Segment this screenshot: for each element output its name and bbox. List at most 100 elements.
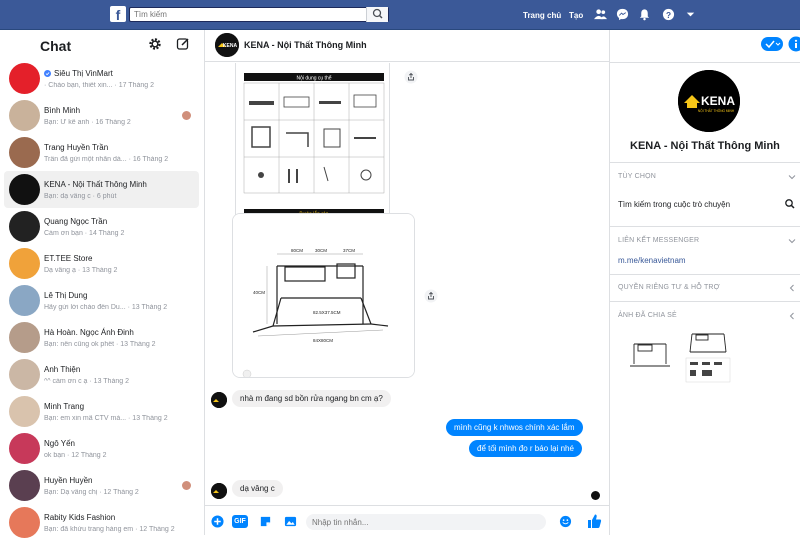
rack-label-2: 30CM xyxy=(315,248,327,253)
avatar xyxy=(9,248,40,279)
conversation-item[interactable]: Hà Hoàn. Ngọc Ánh Đinh Bạn: nên cũng ok … xyxy=(4,319,199,356)
avatar xyxy=(9,63,40,94)
shared-photos-section-header[interactable]: ẢNH ĐÃ CHIA SẺ xyxy=(618,312,677,319)
rack-label-1: 80CM xyxy=(291,248,303,253)
share-icon[interactable] xyxy=(404,70,418,84)
divider xyxy=(610,274,800,275)
photo-icon[interactable] xyxy=(284,515,297,528)
conversation-snippet: · Chào bạn, thiết xin... · 17 Tháng 2 xyxy=(44,82,194,89)
conversation-item[interactable]: Rabity Kids Fashion Bạn: đã khứu trang h… xyxy=(4,504,199,541)
svg-text:?: ? xyxy=(666,10,671,20)
conversation-item[interactable]: Bình Minh Bạn: Ừ kê anh · 16 Tháng 2 xyxy=(4,97,199,134)
notifications-bell-icon[interactable] xyxy=(638,8,651,21)
conversation-title[interactable]: KENA - Nội Thất Thông Minh xyxy=(244,40,367,50)
sender-avatar[interactable] xyxy=(211,483,227,499)
chevron-left-icon[interactable] xyxy=(788,312,796,320)
conversation-list-panel: Chat Siêu Thị VinMart · Chào bạn, thiết … xyxy=(0,30,205,535)
options-section-header[interactable]: TÙY CHỌN xyxy=(618,173,656,180)
conversation-snippet: Bạn: đã khứu trang hàng em · 12 Tháng 2 xyxy=(44,526,194,533)
divider xyxy=(610,162,800,163)
brand-name: KENA - Nội Thất Thông Minh xyxy=(630,140,780,152)
avatar xyxy=(9,396,40,427)
gif-button[interactable]: GIF xyxy=(232,515,248,528)
instructions-header-text: Nội dung cụ thể xyxy=(296,75,331,82)
account-menu-chevron-icon[interactable] xyxy=(684,8,697,21)
new-message-icon[interactable] xyxy=(176,37,190,51)
conversation-item[interactable]: Ngô Yến ok bạn · 12 Tháng 2 xyxy=(4,430,199,467)
message-input[interactable] xyxy=(306,514,546,530)
conversation-snippet: Hãy gửi lời chào đến Du... · 13 Tháng 2 xyxy=(44,304,194,311)
seen-indicator-avatar xyxy=(182,481,191,490)
verified-badge-icon xyxy=(44,70,51,77)
shared-image-rack-dimensions[interactable]: 80CM 30CM 37CM 82.5X37.5CM 84X80CM 40CM xyxy=(232,213,415,378)
conversation-item[interactable]: Anh Thiện ^^ cảm ơn c ạ · 13 Tháng 2 xyxy=(4,356,199,393)
conversation-item[interactable]: Siêu Thị VinMart · Chào bạn, thiết xin..… xyxy=(4,60,199,97)
search-box xyxy=(129,7,389,22)
avatar xyxy=(9,211,40,242)
conversation-header: KENA KENA - Nội Thất Thông Minh xyxy=(205,30,610,62)
conversation-name: Rabity Kids Fashion xyxy=(44,513,115,522)
settings-gear-icon[interactable] xyxy=(148,37,162,51)
share-icon-2[interactable] xyxy=(424,289,438,303)
create-link[interactable]: Tạo xyxy=(569,11,583,20)
conversation-item[interactable]: Minh Trang Bạn: em xin mã CTV mà... · 13… xyxy=(4,393,199,430)
divider xyxy=(610,301,800,302)
incoming-message[interactable]: dạ vâng c xyxy=(232,480,283,497)
messenger-link-section-header[interactable]: LIÊN KẾT MESSENGER xyxy=(618,237,699,244)
avatar xyxy=(9,174,40,205)
avatar xyxy=(9,285,40,316)
rack-label-4: 82.5X37.5CM xyxy=(313,310,341,315)
conversation-snippet: ^^ cảm ơn c ạ · 13 Tháng 2 xyxy=(44,378,194,385)
rack-label-3: 37CM xyxy=(343,248,355,253)
emoji-icon[interactable] xyxy=(559,515,572,528)
conversation-list: Siêu Thị VinMart · Chào bạn, thiết xin..… xyxy=(0,60,204,541)
sticker-icon[interactable] xyxy=(259,515,272,528)
facebook-logo-icon[interactable]: f xyxy=(110,6,126,22)
conversation-name: Minh Trang xyxy=(44,402,84,411)
messenger-icon[interactable] xyxy=(616,8,629,21)
instructions-image: Nội dung cụ thể Bước lắp ráp xyxy=(236,63,390,231)
chevron-down-icon[interactable] xyxy=(788,173,796,181)
sender-avatar[interactable] xyxy=(211,392,227,408)
conversation-snippet: ok bạn · 12 Tháng 2 xyxy=(44,452,194,459)
privacy-support-section-header[interactable]: QUYỀN RIÊNG TƯ & HỖ TRỢ xyxy=(618,284,720,291)
outgoing-message[interactable]: mình cũng k nhwos chính xác lắm xyxy=(446,419,583,436)
conversation-name: ET.TEE Store xyxy=(44,254,92,263)
friend-requests-icon[interactable] xyxy=(594,8,607,21)
brand-logo-text: KENA xyxy=(701,94,735,108)
conversation-item[interactable]: Lê Thị Dung Hãy gửi lời chào đến Du... ·… xyxy=(4,282,199,319)
conversation-item[interactable]: ET.TEE Store Dạ vâng ạ · 13 Tháng 2 xyxy=(4,245,199,282)
conversation-avatar[interactable]: KENA xyxy=(215,33,239,57)
conversation-item[interactable]: Quang Ngọc Trần Cảm ơn bạn · 14 Tháng 2 xyxy=(4,208,199,245)
shared-photo-thumbnail[interactable] xyxy=(682,326,734,384)
home-link[interactable]: Trang chủ xyxy=(523,11,561,20)
chevron-down-icon[interactable] xyxy=(788,237,796,245)
search-in-conversation[interactable]: Tìm kiếm trong cuộc trò chuyện xyxy=(618,200,730,209)
conversation-name: Huyền Huyền xyxy=(44,476,92,485)
messenger-link[interactable]: m.me/kenavietnam xyxy=(618,256,686,265)
conversation-item[interactable]: KENA - Nội Thất Thông Minh Bạn: dạ vâng … xyxy=(4,171,199,208)
avatar xyxy=(9,137,40,168)
conversation-snippet: Bạn: em xin mã CTV mà... · 13 Tháng 2 xyxy=(44,415,194,422)
search-icon[interactable] xyxy=(784,198,796,210)
avatar xyxy=(9,100,40,131)
conversation-snippet: Bạn: Dạ vâng chị · 12 Tháng 2 xyxy=(44,489,194,496)
chevron-left-icon[interactable] xyxy=(788,284,796,292)
help-icon[interactable]: ? xyxy=(662,8,675,21)
conversation-name: Bình Minh xyxy=(44,106,80,115)
conversation-snippet: Cảm ơn bạn · 14 Tháng 2 xyxy=(44,230,194,237)
conversation-item[interactable]: Trang Huyền Trần Trần đã gửi một nhãn dá… xyxy=(4,134,199,171)
shared-photo-thumbnail[interactable] xyxy=(624,330,676,382)
conversation-snippet: Dạ vâng ạ · 13 Tháng 2 xyxy=(44,267,194,274)
search-button[interactable] xyxy=(366,7,388,22)
avatar xyxy=(9,433,40,464)
message-composer: GIF xyxy=(205,505,610,535)
conversation-item[interactable]: Huyền Huyền Bạn: Dạ vâng chị · 12 Tháng … xyxy=(4,467,199,504)
incoming-message[interactable]: nhà m đang sd bồn rửa ngang bn cm ạ? xyxy=(232,390,391,407)
add-more-icon[interactable] xyxy=(211,515,224,528)
outgoing-message[interactable]: để tối mình đo r báo lại nhé xyxy=(469,440,582,457)
shared-image-instructions[interactable]: Nội dung cụ thể Bước lắp ráp xyxy=(235,63,390,231)
top-navigation-bar: f Trang chủ Tạo ? xyxy=(0,0,800,30)
thumbs-up-icon[interactable] xyxy=(586,513,602,529)
search-input[interactable] xyxy=(130,8,360,21)
